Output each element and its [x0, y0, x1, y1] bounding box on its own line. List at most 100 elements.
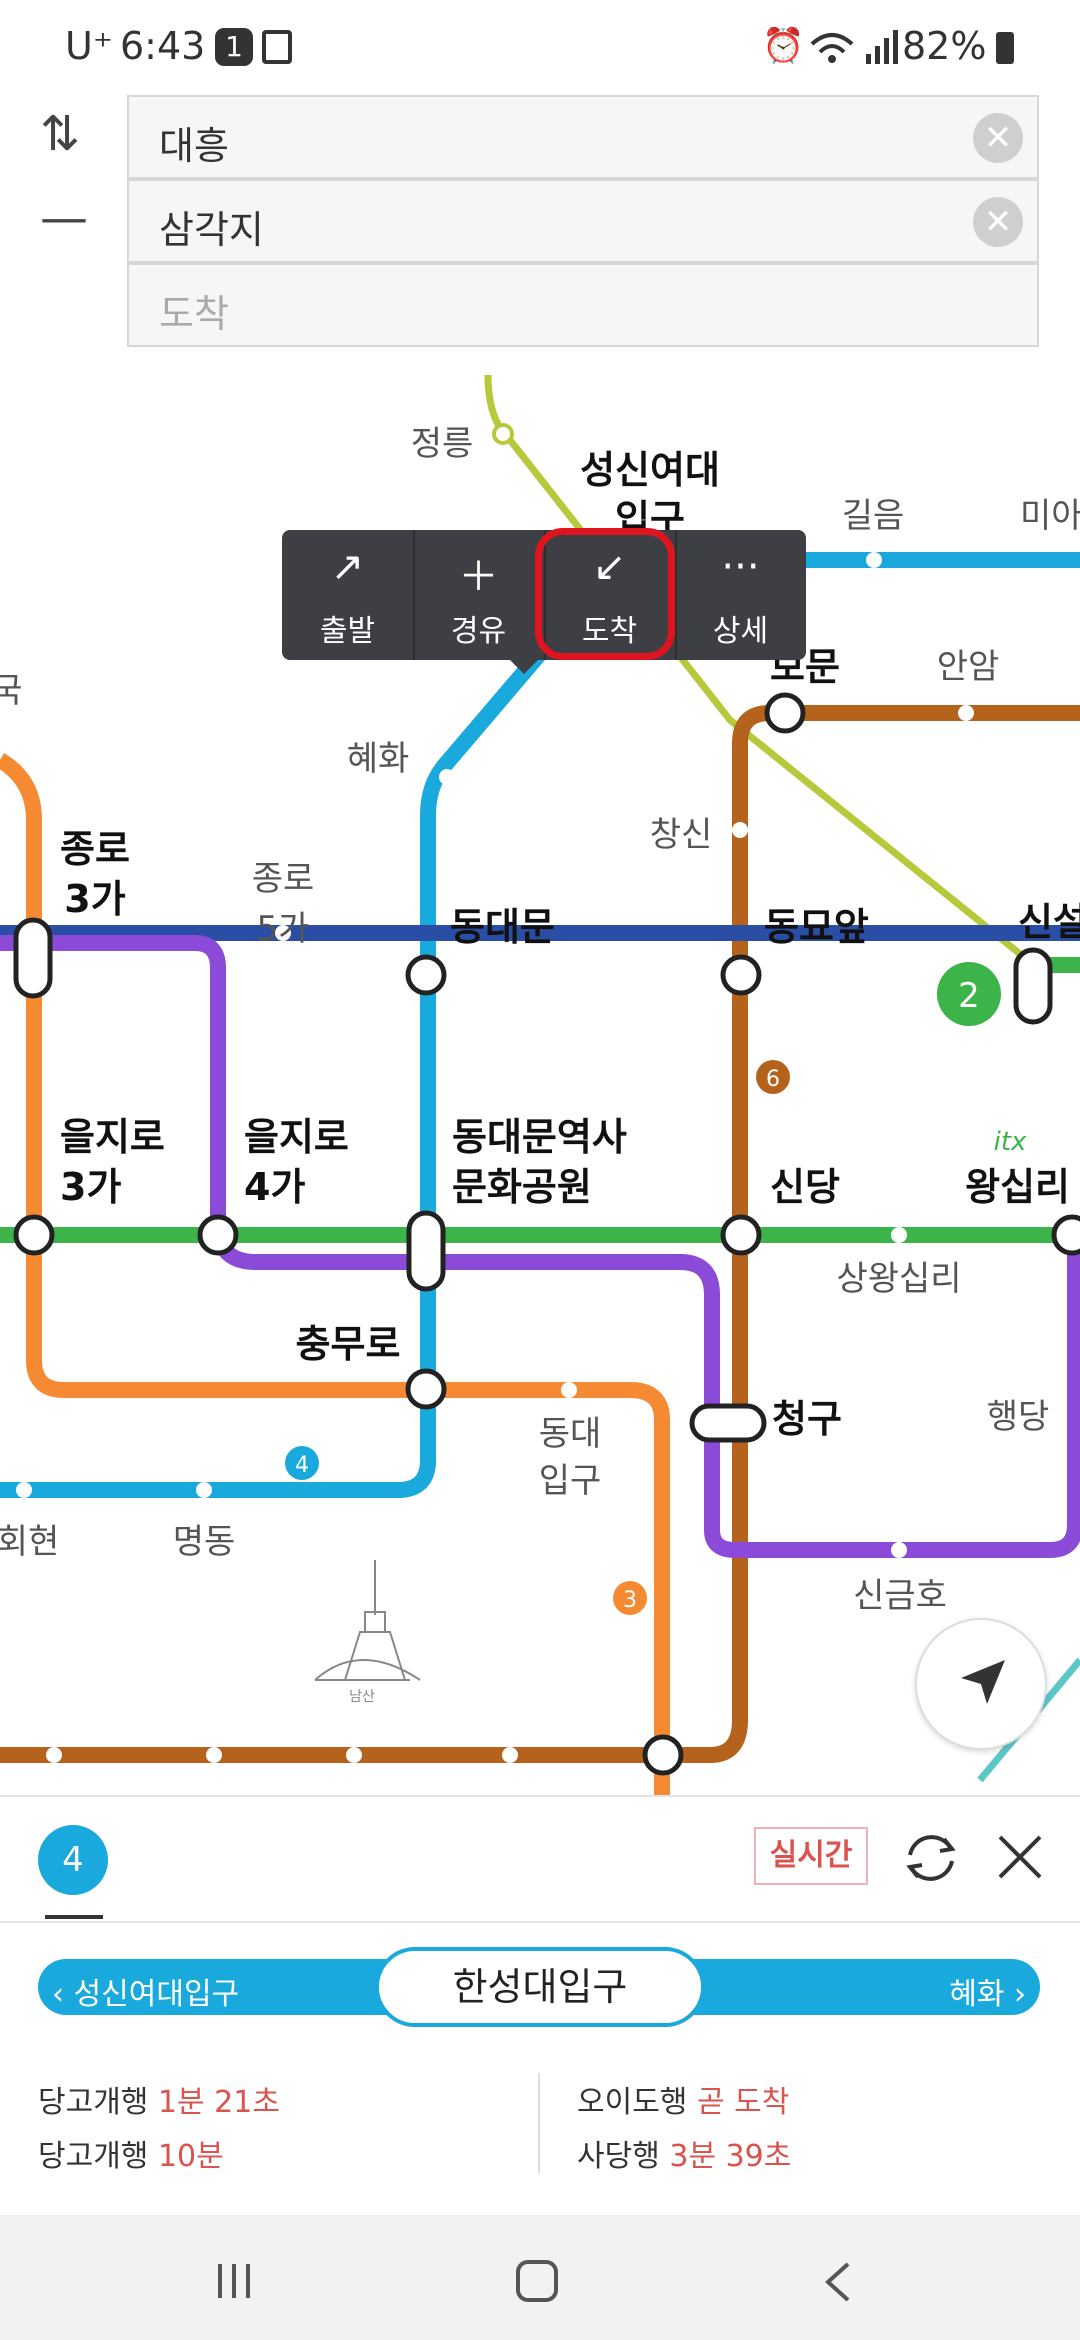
svg-text:3: 3: [623, 1588, 637, 1613]
label-sindang: 신당: [770, 1165, 840, 1209]
label-dongmyo: 동묘앞: [764, 905, 869, 949]
station-sindang: [720, 1214, 762, 1256]
label-jongno5-1: 종로: [252, 859, 315, 899]
svg-text:2: 2: [958, 976, 980, 1016]
clear-waypoint-icon[interactable]: ✕: [973, 197, 1023, 247]
swap-direction-icon[interactable]: ⇅: [40, 106, 80, 162]
label-hyehwa: 혜화: [347, 739, 410, 779]
set-start-button[interactable]: ↗ 출발: [282, 530, 413, 660]
status-bar: U⁺ 6:43 1 ⏰ 82%: [0, 0, 1080, 90]
battery-percent: 82%: [902, 24, 987, 68]
label-hoehyeon: 회현: [0, 1522, 59, 1562]
more-icon: ···: [721, 544, 760, 590]
label-wangsimni: 왕십리: [965, 1165, 1070, 1209]
label-ddp-1: 동대문역사: [452, 1115, 627, 1159]
close-icon[interactable]: [996, 1833, 1044, 1881]
arrival-row: 오이도행 곧 도착: [577, 2085, 790, 2120]
label-euljiro3-2: 3가: [60, 1165, 121, 1209]
itx-logo: itx: [994, 1127, 1027, 1157]
station-euljiro3: [13, 1214, 55, 1256]
waypoint-value: 삼각지: [159, 208, 264, 252]
carrier-label: U⁺: [65, 24, 113, 68]
svg-text:4: 4: [295, 1453, 309, 1478]
label-jeongneung: 정릉: [411, 424, 474, 464]
alarm-icon: ⏰: [762, 26, 805, 66]
label-sinseol: 신설: [1018, 900, 1080, 944]
signal-icon: [810, 30, 898, 64]
label-jongno3-1: 종로: [60, 827, 130, 871]
refresh-icon[interactable]: [900, 1827, 962, 1889]
current-station-name: 한성대입구: [375, 1947, 705, 2027]
label-haengdang: 행당: [987, 1397, 1050, 1437]
label-sungshin-1: 성신여대: [580, 448, 720, 492]
station-detail-button[interactable]: ··· 상세: [675, 530, 806, 660]
next-station-button[interactable]: 혜화 ›: [949, 1969, 1026, 2013]
my-location-button[interactable]: [915, 1618, 1047, 1750]
label-jongno5-2: 5가: [257, 909, 310, 949]
station-wangsimni: [1051, 1214, 1080, 1256]
svg-text:6: 6: [766, 1067, 780, 1092]
station-action-popup: ↗ 출발 ＋ 경유 ↙ 도착 ··· 상세: [282, 528, 806, 674]
label-sangwangsimni: 상왕십리: [836, 1259, 961, 1299]
station-ddp: [406, 1210, 446, 1292]
namsan-tower-icon: [314, 1560, 421, 1681]
label-changsin: 창신: [650, 815, 713, 855]
destination-placeholder: 도착: [159, 292, 229, 336]
label-euljiro3-1: 을지로: [60, 1115, 165, 1159]
notification-count-badge: 1: [215, 28, 253, 66]
station-dongmyo: [720, 954, 762, 996]
label-euljiro4-2: 4가: [244, 1165, 305, 1209]
label-jongno3-2: 3가: [64, 877, 125, 921]
highlight-ring: [535, 528, 675, 660]
origin-field[interactable]: 대흥 ✕: [127, 95, 1039, 179]
station-bomun: [764, 692, 806, 734]
station-info-panel: 4 실시간 ‹ 성신여대입구 혜화 › 한성대입구 당고개행 1분 21초 당고…: [0, 1795, 1080, 2217]
destination-field[interactable]: 도착: [127, 263, 1039, 347]
recent-apps-icon[interactable]: [210, 2260, 260, 2302]
arrival-row: 당고개행 10분: [38, 2139, 224, 2174]
waypoint-field[interactable]: 삼각지 ✕: [127, 179, 1039, 263]
battery-icon: [996, 32, 1014, 64]
label-anam: 안암: [937, 647, 1000, 687]
back-icon[interactable]: [820, 2260, 856, 2304]
station-dot-changsin: [732, 822, 748, 838]
station-dot-anam: [958, 705, 974, 721]
station-dot-hyehwa: [439, 769, 455, 785]
label-ddp-2: 문화공원: [452, 1165, 592, 1209]
label-singeumho: 신금호: [853, 1576, 947, 1616]
label-mia: 미아: [1020, 496, 1080, 536]
station-cheonggu: [689, 1403, 767, 1443]
station-dot-gileum: [866, 552, 882, 568]
svg-text:남산: 남산: [349, 1689, 375, 1705]
set-via-button[interactable]: ＋ 경유: [413, 530, 544, 660]
station-dot-dongguk: [561, 1382, 577, 1398]
station-chungmuro: [405, 1368, 447, 1410]
label-dongdaemun: 동대문: [450, 905, 555, 949]
station-dot-hoehyeon: [16, 1482, 32, 1498]
realtime-button[interactable]: 실시간: [754, 1827, 868, 1885]
phone-icon: [262, 30, 292, 64]
line-4-path: [0, 552, 1080, 1498]
route-search-panel: ⇅ — 대흥 ✕ 삼각지 ✕ 도착: [0, 90, 1080, 377]
label-gileum: 길음: [842, 496, 905, 536]
home-icon[interactable]: [516, 2260, 558, 2302]
line-tab[interactable]: 4: [38, 1825, 108, 1895]
label-dongguk-1: 동대: [539, 1414, 602, 1454]
label-chungmuro: 충무로: [296, 1322, 401, 1366]
popup-pointer: [510, 660, 538, 674]
remove-waypoint-icon[interactable]: —: [40, 190, 88, 246]
station-dot-singeumho: [891, 1542, 907, 1558]
clock: 6:43: [120, 24, 206, 68]
tab-indicator: [45, 1915, 103, 1919]
system-nav-bar: [0, 2215, 1080, 2340]
label-dongguk-2: 입구: [539, 1461, 602, 1501]
clear-origin-icon[interactable]: ✕: [973, 113, 1023, 163]
label-euljiro4-1: 을지로: [244, 1115, 349, 1159]
prev-station-button[interactable]: ‹ 성신여대입구: [52, 1969, 239, 2013]
station-dot-jeongneung: [492, 423, 514, 445]
plus-icon: ＋: [458, 554, 499, 600]
label-cheonggu: 청구: [772, 1397, 842, 1441]
station-dot-sangwangsimni: [891, 1227, 907, 1243]
label-myeongdong: 명동: [173, 1522, 236, 1562]
origin-value: 대흥: [159, 124, 229, 168]
